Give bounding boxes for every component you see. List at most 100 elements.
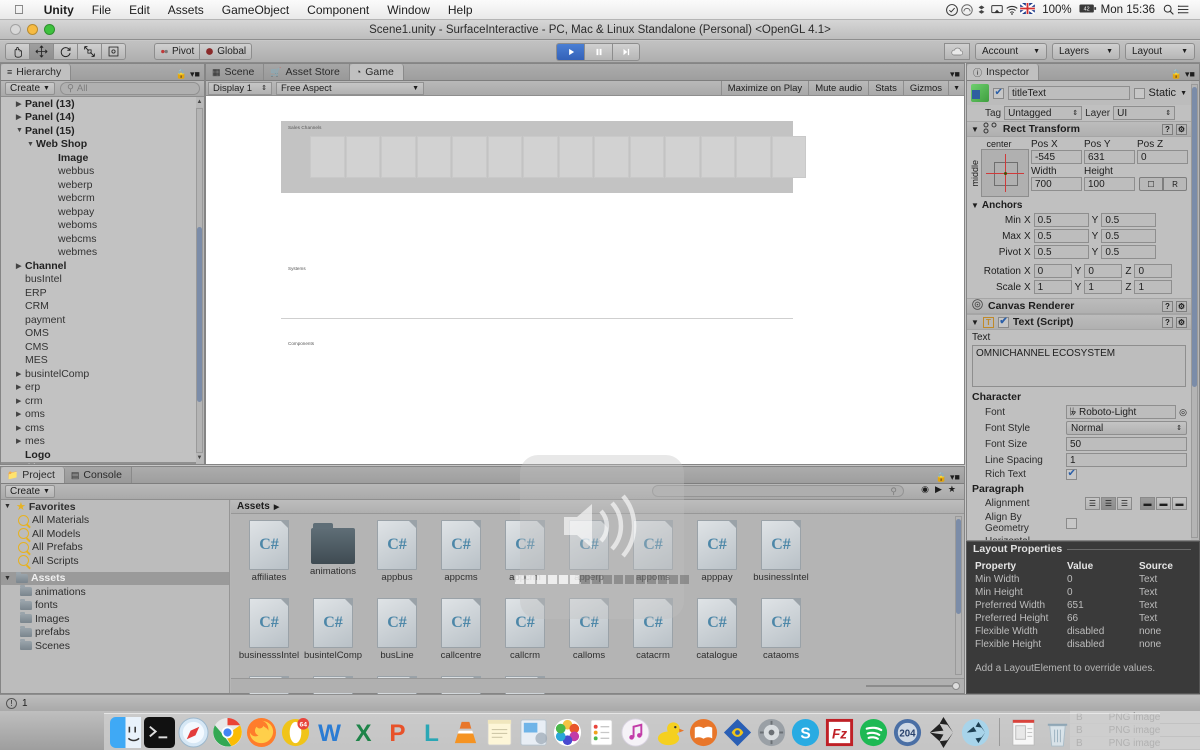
hierarchy-item[interactable]: webbus: [1, 165, 196, 179]
height-input[interactable]: 100: [1084, 177, 1135, 191]
hierarchy-item[interactable]: CMS: [1, 340, 196, 354]
hierarchy-create-button[interactable]: Create ▼: [5, 82, 55, 95]
align-middle-button[interactable]: ▬: [1156, 497, 1171, 510]
horizontal-alignment-group[interactable]: ☰ ☰ ☰: [1085, 497, 1132, 510]
asset-item[interactable]: C# appcms: [429, 520, 493, 598]
transform-tools-group[interactable]: [5, 43, 126, 60]
hierarchy-item[interactable]: Image: [1, 151, 196, 165]
project-folder-item[interactable]: animations: [1, 585, 229, 599]
menu-edit[interactable]: Edit: [120, 3, 159, 17]
asset-item[interactable]: C# callcentre: [429, 598, 493, 676]
hierarchy-item[interactable]: weberp: [1, 178, 196, 192]
project-folder-item[interactable]: prefabs: [1, 625, 229, 640]
asset-item[interactable]: C# businesssIntel: [237, 598, 301, 676]
rect-transform-header[interactable]: ▼ Rect Transform ? ⚙: [967, 121, 1191, 137]
display-dropdown[interactable]: Display 1 ⇕: [208, 81, 272, 95]
asset-size-slider[interactable]: [231, 678, 964, 693]
dock-item-trash[interactable]: [1042, 717, 1073, 748]
sales-channel-slot[interactable]: [736, 136, 771, 178]
hierarchy-item[interactable]: ▶ Channel: [1, 259, 196, 273]
lock-icon[interactable]: 🔒: [936, 472, 947, 483]
gear-icon[interactable]: ⚙: [1176, 300, 1187, 312]
hierarchy-scroll-up[interactable]: ▲: [196, 98, 203, 107]
error-count-icon[interactable]: !: [6, 697, 17, 709]
layout-dropdown[interactable]: Layout ▼: [1125, 43, 1195, 60]
layers-dropdown[interactable]: Layers ▼: [1052, 43, 1120, 60]
rich-text-checkbox[interactable]: [1066, 468, 1077, 480]
sales-channel-slot[interactable]: [523, 136, 558, 178]
project-folder-item[interactable]: fonts: [1, 598, 229, 613]
hierarchy-item[interactable]: ERP: [1, 286, 196, 300]
dock-item-excel[interactable]: X: [348, 717, 379, 748]
sales-channel-slot[interactable]: [345, 136, 380, 178]
aspect-dropdown[interactable]: Free Aspect ▼: [276, 81, 424, 95]
dock-item-photos[interactable]: [552, 717, 583, 748]
hierarchy-tree[interactable]: ▶ Panel (13) ▶ Panel (14) ▼ Panel (15) ▼ Web Sh…: [1, 97, 196, 464]
wifi-icon[interactable]: [1005, 3, 1020, 17]
panel-menu-icon[interactable]: ▾■: [1185, 69, 1195, 80]
hierarchy-item[interactable]: ▶ busintelComp: [1, 367, 196, 381]
favorites-list[interactable]: All Materials All Models All Prefabs All Sc…: [1, 514, 229, 568]
hierarchy-item[interactable]: ▶ crm: [1, 394, 196, 408]
pivot-space-group[interactable]: Pivot Global: [154, 43, 253, 60]
hierarchy-item[interactable]: ▶ erp: [1, 381, 196, 395]
tab-console[interactable]: ▤ Console: [64, 467, 132, 483]
slider-knob[interactable]: [952, 682, 960, 690]
maximize-on-play-toggle[interactable]: Maximize on Play: [720, 80, 808, 96]
hierarchy-item[interactable]: ▶ cms: [1, 421, 196, 435]
dock-item-documents-stack[interactable]: [1008, 717, 1039, 748]
foldout-icon[interactable]: ▶: [16, 262, 25, 270]
anchor-min-y-input[interactable]: 0.5: [1101, 213, 1157, 227]
dock-item-finder[interactable]: [110, 716, 141, 750]
dock-item-powerpoint[interactable]: P: [382, 717, 413, 748]
dock-item-firefox[interactable]: [246, 717, 277, 750]
scale-tool-button[interactable]: [77, 43, 101, 60]
hierarchy-item[interactable]: ▶ mes: [1, 435, 196, 449]
pos-x-input[interactable]: -545: [1031, 150, 1082, 164]
object-picker-icon[interactable]: ◎: [1179, 407, 1187, 418]
scale-x-input[interactable]: 1: [1033, 280, 1072, 294]
align-bottom-button[interactable]: ▬: [1172, 497, 1187, 510]
asset-item[interactable]: C# catalogue: [685, 598, 749, 676]
layout-properties-header[interactable]: Layout Properties: [967, 542, 1199, 556]
tab-project[interactable]: 📁 Project: [1, 467, 65, 483]
anchor-preset-button[interactable]: [980, 149, 1029, 197]
global-toggle-button[interactable]: Global: [199, 43, 253, 60]
tag-dropdown[interactable]: Untagged ⇕: [1004, 106, 1083, 120]
sales-channel-slot[interactable]: [771, 136, 806, 178]
menu-component[interactable]: Component: [298, 3, 378, 17]
tab-hierarchy[interactable]: ≡ Hierarchy: [1, 64, 72, 80]
dropbox-icon[interactable]: [975, 3, 990, 17]
foldout-icon[interactable]: ▶: [16, 397, 25, 405]
foldout-icon[interactable]: ▼: [971, 318, 979, 327]
foldout-icon[interactable]: ▶: [16, 113, 25, 121]
foldout-icon[interactable]: ▶: [16, 424, 25, 432]
asset-item[interactable]: C# apppay: [685, 520, 749, 598]
favorite-item[interactable]: All Scripts: [1, 554, 229, 568]
notification-center-icon[interactable]: [1177, 3, 1192, 17]
sales-channel-slot[interactable]: [310, 136, 345, 178]
hierarchy-item[interactable]: ▶ Panel (13): [1, 97, 196, 111]
step-button[interactable]: [612, 42, 640, 61]
dock-item-system-preferences[interactable]: [756, 717, 787, 748]
hierarchy-item[interactable]: weboms: [1, 219, 196, 233]
menu-window[interactable]: Window: [378, 3, 439, 17]
assets-root[interactable]: ▼ Assets: [1, 571, 229, 585]
dock-item-word[interactable]: W: [314, 717, 345, 748]
rot-x-input[interactable]: 0: [1033, 264, 1072, 278]
hierarchy-scroll-down[interactable]: ▼: [196, 454, 203, 463]
panel-menu-icon[interactable]: ▾■: [950, 472, 960, 483]
hierarchy-item[interactable]: CRM: [1, 300, 196, 314]
hierarchy-item[interactable]: webmes: [1, 246, 196, 260]
label-filter-icon[interactable]: ▶: [935, 484, 942, 495]
align-left-button[interactable]: ☰: [1085, 497, 1100, 510]
object-name-field[interactable]: titleText: [1008, 86, 1130, 100]
pivot-x-input[interactable]: 0.5: [1033, 245, 1089, 259]
project-lock-group[interactable]: 🔒 ▾■: [936, 472, 964, 483]
hierarchy-item[interactable]: busIntel: [1, 273, 196, 287]
font-style-dropdown[interactable]: Normal ⇕: [1066, 421, 1187, 435]
hierarchy-item[interactable]: Logo: [1, 448, 196, 462]
help-icon[interactable]: ?: [1162, 123, 1173, 135]
hierarchy-item[interactable]: payment: [1, 313, 196, 327]
asset-item[interactable]: C# affiliates: [237, 520, 301, 598]
